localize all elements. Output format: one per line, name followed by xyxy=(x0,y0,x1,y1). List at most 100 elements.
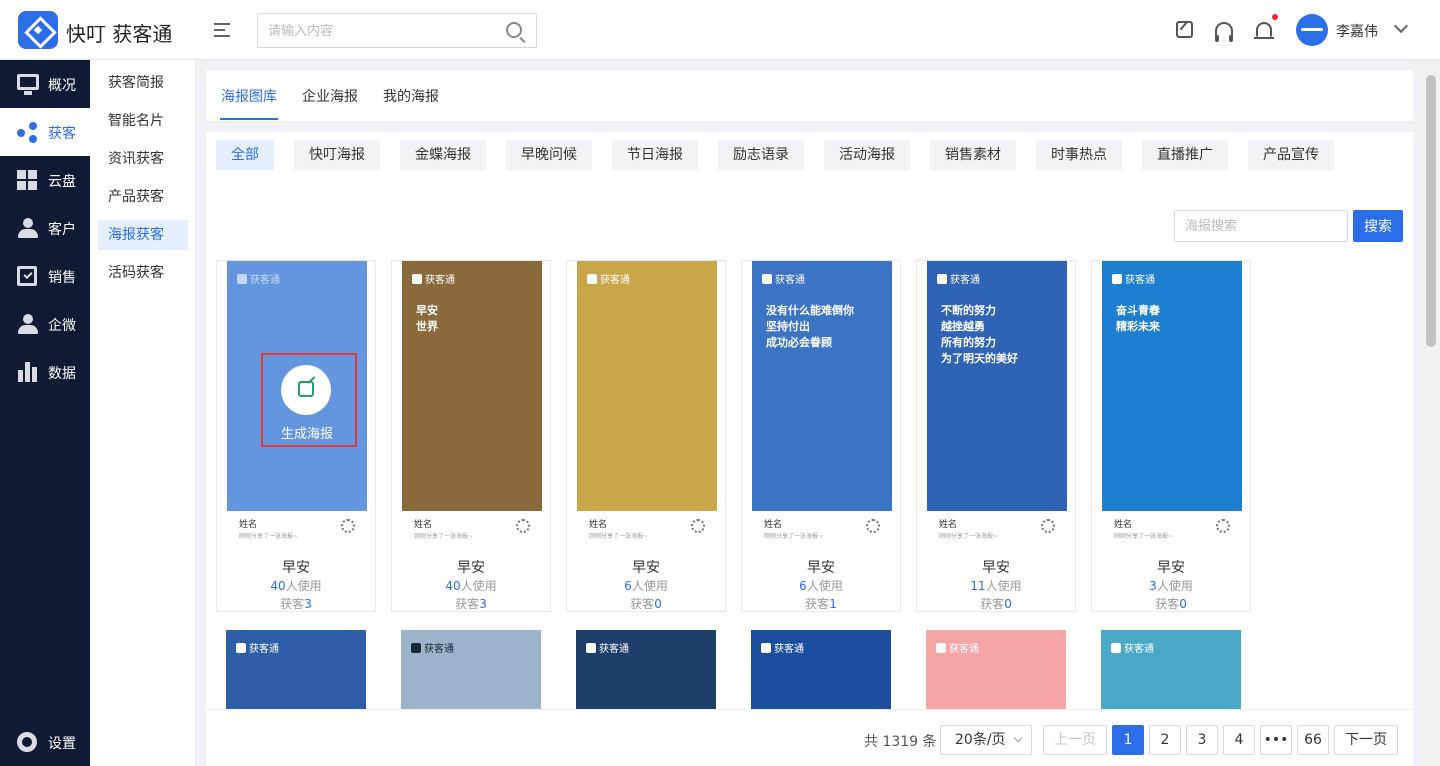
poster-image[interactable]: 获客通 不断的努力 越挫越勇 所有的努力 为了明天的美好 xyxy=(927,261,1067,511)
category-kuaiding[interactable]: 快叮海报 xyxy=(294,140,380,170)
poster-footer: 姓名 刚刚分享了一张海报~ xyxy=(577,511,717,545)
card-uses: 40人使用 xyxy=(392,577,550,594)
edit-icon[interactable] xyxy=(1176,21,1193,38)
poster-brand-label: 获客通 xyxy=(1125,275,1155,286)
page-3[interactable]: 3 xyxy=(1186,725,1218,755)
sub-navigation: 获客简报 智能名片 资讯获客 产品获客 海报获客 活码获客 xyxy=(90,60,196,766)
page-66[interactable]: 66 xyxy=(1297,725,1329,755)
tab-poster-library[interactable]: 海报图库 xyxy=(221,86,277,106)
page-size-value: 20条/页 xyxy=(955,732,1006,748)
gain-prefix: 获客 xyxy=(630,597,655,611)
sharer-name: 姓名 xyxy=(239,520,258,530)
subnav-item-product[interactable]: 产品获客 xyxy=(98,182,188,212)
page-size-select[interactable]: 20条/页 xyxy=(940,725,1032,755)
card-title: 早安 xyxy=(807,560,835,576)
poster-card[interactable]: 获客通 姓名 刚刚分享了一张海报~ 早安 6人使用 获客0 xyxy=(566,260,726,612)
sharer-name: 姓名 xyxy=(939,520,958,530)
sidebar-item-wecom[interactable]: 企微 xyxy=(0,300,90,348)
category-product[interactable]: 产品宣传 xyxy=(1248,140,1334,170)
subnav-item-poster[interactable]: 海报获客 xyxy=(98,220,188,250)
qrcode-icon xyxy=(691,519,705,533)
category-sales[interactable]: 销售素材 xyxy=(930,140,1016,170)
scrollbar-thumb[interactable] xyxy=(1426,75,1436,347)
bar-chart-icon xyxy=(17,362,39,382)
category-event[interactable]: 活动海报 xyxy=(824,140,910,170)
page-2[interactable]: 2 xyxy=(1149,725,1181,755)
subnav-item-card[interactable]: 智能名片 xyxy=(98,106,188,136)
category-kingdee[interactable]: 金蝶海报 xyxy=(400,140,486,170)
sidebar-item-data[interactable]: 数据 xyxy=(0,348,90,396)
subnav-item-brief[interactable]: 获客简报 xyxy=(98,68,188,98)
poster-card[interactable]: 获客通 生成海报 姓名 刚刚分享了一张海报~ 早安 40人使用 获客3 xyxy=(216,260,376,612)
page-1[interactable]: 1 xyxy=(1112,725,1144,755)
category-holiday[interactable]: 节日海报 xyxy=(612,140,698,170)
poster-brand: 获客通 xyxy=(412,271,455,286)
poster-brand-label: 获客通 xyxy=(249,644,279,655)
poster-card[interactable]: 获客通 奋斗青春 精彩未来 姓名 刚刚分享了一张海报~ 早安 3人使用 获客0 xyxy=(1091,260,1251,612)
poster-brand: 获客通 xyxy=(762,271,805,286)
poster-image[interactable]: 获客通 没有什么能难倒你 坚持付出 成功必会眷顾 xyxy=(752,261,892,511)
sidebar-item-customer[interactable]: 客户 xyxy=(0,204,90,252)
avatar[interactable] xyxy=(1296,14,1328,46)
page-ellipsis[interactable]: ••• xyxy=(1260,725,1292,755)
poster-image[interactable]: 获客通 早安 世界 xyxy=(402,261,542,511)
tab-enterprise-poster[interactable]: 企业海报 xyxy=(302,86,358,106)
gain-count: 3 xyxy=(304,597,312,611)
prev-page-button[interactable]: 上一页 xyxy=(1043,725,1107,755)
category-motivation[interactable]: 励志语录 xyxy=(718,140,804,170)
category-greeting[interactable]: 早晚问候 xyxy=(506,140,592,170)
sidebar-item-overview[interactable]: 概况 xyxy=(0,60,90,108)
next-page-button[interactable]: 下一页 xyxy=(1334,725,1398,755)
poster-card[interactable]: 获客通 不断的努力 越挫越勇 所有的努力 为了明天的美好 姓名 刚刚分享了一张海报~ 早… xyxy=(916,260,1076,612)
category-live[interactable]: 直播推广 xyxy=(1142,140,1228,170)
poster-card[interactable]: 获客通 早安 世界 姓名 刚刚分享了一张海报~ 早安 40人使用 获客3 xyxy=(391,260,551,612)
poster-image[interactable]: 获客通 生成海报 xyxy=(227,261,367,511)
poster-thumb[interactable]: 获客通 xyxy=(401,630,541,710)
search-icon[interactable] xyxy=(506,22,522,38)
poster-search-input[interactable] xyxy=(1174,210,1348,242)
sidebar-item-sales[interactable]: 销售 xyxy=(0,252,90,300)
person-icon xyxy=(17,314,39,334)
use-suffix: 人使用 xyxy=(985,579,1022,593)
menu-toggle-icon[interactable] xyxy=(214,21,234,39)
total-count: 共 1319 条 xyxy=(864,734,937,750)
search-button[interactable]: 搜索 xyxy=(1353,210,1403,242)
use-count: 40 xyxy=(445,579,461,593)
chevron-down-icon[interactable] xyxy=(1393,18,1409,34)
sharer-name: 姓名 xyxy=(589,520,608,530)
page-4[interactable]: 4 xyxy=(1223,725,1255,755)
poster-thumb[interactable]: 获客通 xyxy=(926,630,1066,710)
generate-poster-label[interactable]: 生成海报 xyxy=(257,423,357,442)
subnav-item-news[interactable]: 资讯获客 xyxy=(98,144,188,174)
poster-thumb[interactable]: 获客通 xyxy=(751,630,891,710)
card-gains: 获客0 xyxy=(567,595,725,612)
bell-icon[interactable] xyxy=(1254,22,1274,39)
poster-thumb[interactable]: 获客通 xyxy=(1101,630,1241,710)
category-all[interactable]: 全部 xyxy=(216,140,274,170)
qrcode-icon xyxy=(516,519,530,533)
external-link-icon[interactable] xyxy=(298,381,314,397)
user-name[interactable]: 李嘉伟 xyxy=(1336,21,1378,41)
poster-brand-label: 获客通 xyxy=(600,275,630,286)
poster-brand-label: 获客通 xyxy=(774,644,804,655)
poster-thumb[interactable]: 获客通 xyxy=(576,630,716,710)
poster-image[interactable]: 获客通奋斗青春 精彩未来 xyxy=(1102,261,1242,511)
poster-footer: 姓名 刚刚分享了一张海报~ xyxy=(1102,511,1242,545)
tab-my-poster[interactable]: 我的海报 xyxy=(383,86,439,106)
category-trending[interactable]: 时事热点 xyxy=(1036,140,1122,170)
sidebar-item-acquire[interactable]: 获客 xyxy=(0,108,90,156)
subnav-item-qrcode[interactable]: 活码获客 xyxy=(98,258,188,288)
sidebar-item-cloud[interactable]: 云盘 xyxy=(0,156,90,204)
headset-icon[interactable] xyxy=(1215,22,1233,42)
poster-image[interactable]: 获客通 xyxy=(577,261,717,511)
use-suffix: 人使用 xyxy=(806,579,843,593)
sharer-name: 姓名 xyxy=(764,520,783,530)
poster-brand: 获客通 xyxy=(1112,271,1155,286)
poster-card[interactable]: 获客通 没有什么能难倒你 坚持付出 成功必会眷顾 姓名 刚刚分享了一张海报~ 早安 6人使… xyxy=(741,260,901,612)
gain-count: 3 xyxy=(479,597,487,611)
logo-icon xyxy=(18,11,58,49)
poster-thumb[interactable]: 获客通 xyxy=(226,630,366,710)
poster-text: 奋斗青春 精彩未来 xyxy=(1116,304,1160,333)
search-input[interactable] xyxy=(268,21,488,41)
sidebar-item-settings[interactable]: 设置 xyxy=(0,718,90,766)
